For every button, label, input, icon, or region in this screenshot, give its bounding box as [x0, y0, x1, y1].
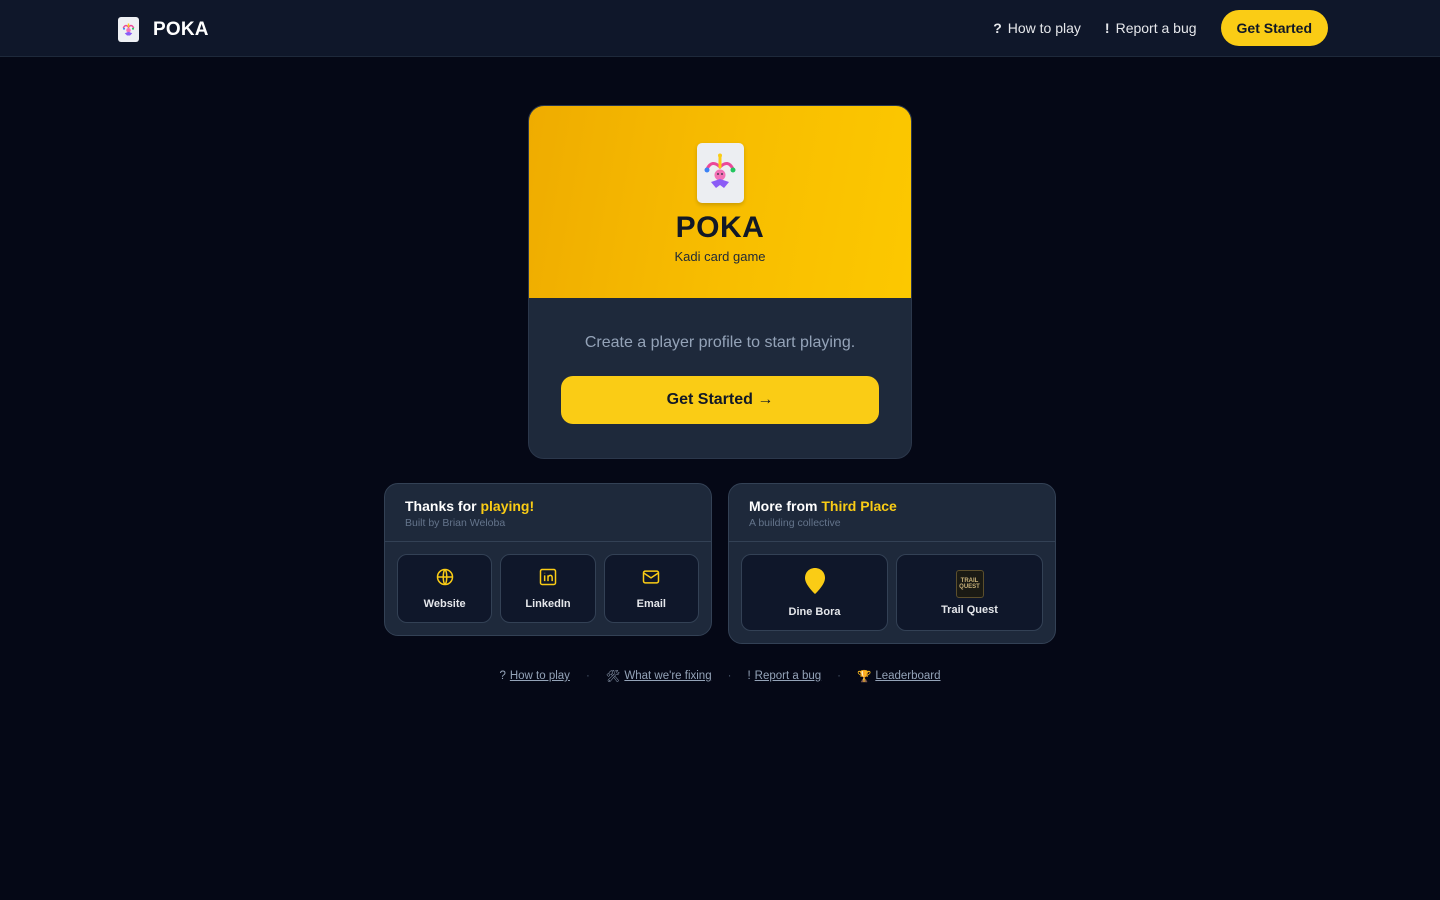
trail-quest-link[interactable]: TRAIL QUEST Trail Quest — [896, 554, 1043, 631]
hero-prompt: Create a player profile to start playing… — [584, 334, 856, 351]
header-get-started-button[interactable]: Get Started — [1220, 10, 1328, 46]
map-pin-icon — [804, 567, 826, 600]
brand-name: POKA — [153, 18, 209, 40]
linkedin-link[interactable]: LinkedIn — [500, 554, 596, 623]
nav-how-to-play[interactable]: ? How to play — [993, 20, 1081, 36]
hero-banner: POKA Kadi card game — [529, 106, 911, 298]
hero-body: Create a player profile to start playing… — [529, 298, 911, 424]
more-card-header: More from Third Place A building collect… — [729, 484, 1055, 542]
footer-report-bug[interactable]: ! Report a bug — [747, 670, 821, 682]
trophy-icon: 🏆 — [856, 671, 872, 683]
nav-report-bug[interactable]: ! Report a bug — [1105, 20, 1197, 36]
nav-how-to-play-label: How to play — [1007, 20, 1081, 36]
trail-quest-logo: TRAIL QUEST — [955, 569, 984, 598]
thanks-title-prefix: Thanks for — [405, 498, 481, 514]
footer-separator: · — [727, 670, 732, 682]
hero-card: POKA Kadi card game Create a player prof… — [528, 105, 912, 459]
question-icon: ? — [499, 670, 506, 682]
joker-card-icon — [118, 17, 139, 42]
footer-report-bug-label: Report a bug — [754, 670, 822, 682]
email-link[interactable]: Email — [603, 554, 699, 623]
footer-separator: · — [585, 670, 590, 682]
top-navigation: POKA ? How to play ! Report a bug Get St… — [0, 0, 1440, 57]
header-nav: ? How to play ! Report a bug Get Started — [993, 10, 1328, 46]
more-title-accent: Third Place — [821, 498, 897, 514]
question-icon: ? — [993, 20, 1002, 36]
nav-report-bug-label: Report a bug — [1115, 20, 1197, 36]
thanks-card-header: Thanks for playing! Built by Brian Welob… — [385, 484, 711, 542]
brand[interactable]: POKA — [118, 17, 209, 42]
related-apps: Dine Bora TRAIL QUEST Trail Quest — [729, 542, 1055, 643]
globe-icon — [435, 567, 455, 592]
footer-how-to-play[interactable]: ? How to play — [499, 670, 570, 682]
exclamation-icon: ! — [747, 670, 751, 682]
thanks-title-accent: playing! — [480, 498, 535, 514]
more-from-card: More from Third Place A building collect… — [728, 483, 1056, 644]
get-started-button[interactable]: Get Started → — [561, 376, 879, 424]
website-link[interactable]: Website — [397, 554, 493, 623]
linkedin-icon — [538, 567, 558, 592]
thanks-card-title: Thanks for playing! — [405, 498, 691, 514]
footer-what-were-fixing[interactable]: 🛠 What we're fixing — [606, 669, 712, 683]
exclamation-icon: ! — [1104, 20, 1110, 36]
contact-links: Website LinkedIn Email — [385, 542, 711, 635]
dine-bora-label: Dine Bora — [788, 606, 841, 618]
footer-how-to-play-label: How to play — [509, 670, 570, 682]
footer-what-were-fixing-label: What we're fixing — [624, 670, 712, 682]
mail-icon — [641, 567, 661, 592]
thanks-card-subtitle: Built by Brian Weloba — [405, 517, 506, 529]
more-title-prefix: More from — [749, 498, 822, 514]
thanks-card: Thanks for playing! Built by Brian Welob… — [384, 483, 712, 636]
linkedin-label: LinkedIn — [525, 598, 571, 610]
footer-leaderboard[interactable]: 🏆 Leaderboard — [857, 669, 941, 683]
hero-subtitle: Kadi card game — [674, 249, 766, 264]
tools-icon: 🛠 — [605, 671, 621, 683]
footer-separator: · — [837, 670, 841, 682]
footer-links: ? How to play · 🛠 What we're fixing · ! … — [0, 669, 1440, 683]
hero-title: POKA — [675, 211, 765, 244]
more-card-subtitle: A building collective — [749, 517, 841, 529]
footer-leaderboard-label: Leaderboard — [875, 670, 941, 682]
trail-quest-label: Trail Quest — [941, 603, 998, 616]
dine-bora-link[interactable]: Dine Bora — [741, 554, 888, 631]
more-card-title: More from Third Place — [749, 498, 1035, 514]
joker-card-icon — [696, 143, 744, 203]
website-label: Website — [423, 598, 466, 610]
email-label: Email — [636, 598, 666, 610]
